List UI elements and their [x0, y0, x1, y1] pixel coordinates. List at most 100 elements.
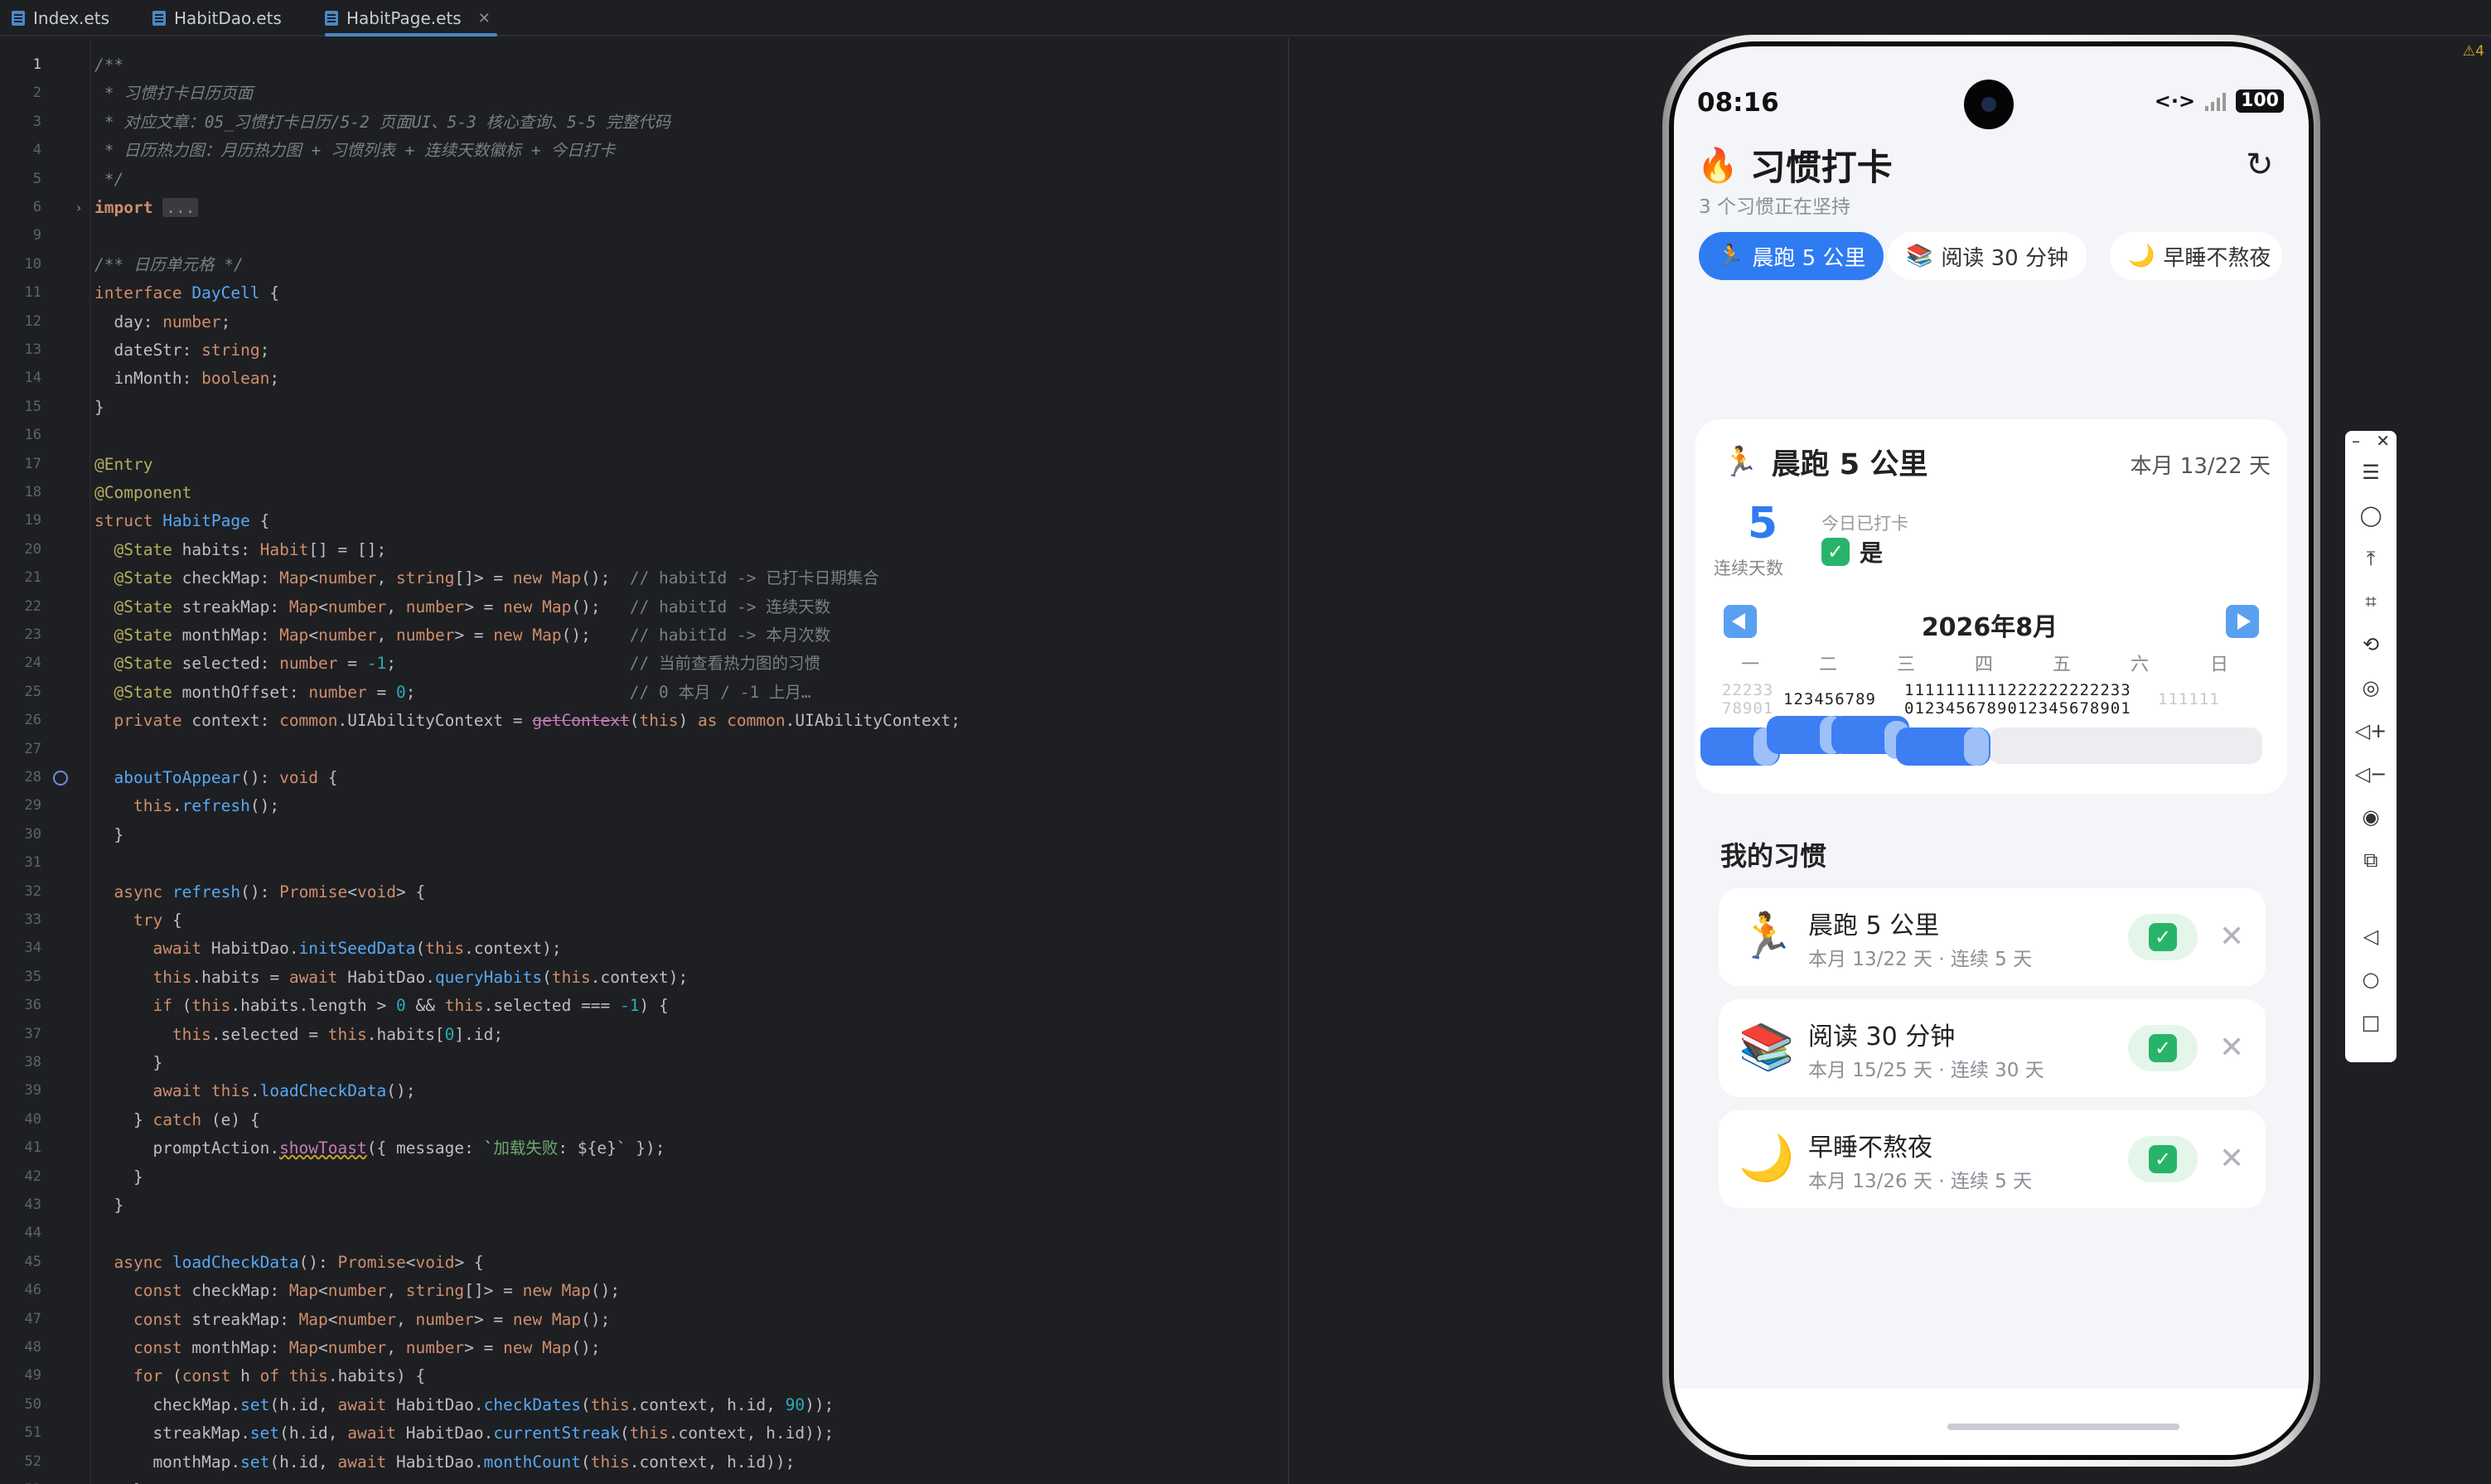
code-line[interactable]: interface DayCell { — [94, 279, 279, 307]
tab-index-ets[interactable]: Index.ets — [12, 0, 109, 36]
menu-icon[interactable]: ☰ — [2345, 461, 2397, 484]
check-in-button[interactable]: ✓ — [2128, 914, 2198, 960]
delete-icon[interactable]: ✕ — [2219, 1138, 2244, 1180]
code-line[interactable]: await HabitDao.initSeedData(this.context… — [94, 935, 561, 962]
code-line[interactable]: promptAction.showToast({ message: `加载失败:… — [94, 1134, 665, 1162]
line-number: 4 — [32, 142, 41, 159]
habit-tab-running[interactable]: 🏃 晨跑 5 公里 — [1699, 232, 1884, 280]
code-line[interactable]: * 对应文章：05_习惯打卡日历/5-2 页面UI、5-3 核心查询、5-5 完… — [94, 109, 670, 136]
code-line[interactable]: import ... — [94, 194, 199, 221]
tab-habitdao-ets[interactable]: HabitDao.ets — [152, 0, 282, 36]
rotate-icon[interactable]: ⟲ — [2345, 633, 2397, 656]
delete-icon[interactable]: ✕ — [2219, 916, 2244, 958]
recent-icon[interactable]: □ — [2345, 1011, 2397, 1034]
phone-screen[interactable]: 08:16 <·> 100 🔥 习惯打卡 3 个习惯正在坚持 ↻ 🏃 晨跑 5 … — [1674, 46, 2309, 1455]
weekday-label: 六 — [2130, 655, 2149, 675]
code-line[interactable]: } — [94, 1192, 123, 1219]
code-line[interactable]: } — [94, 394, 104, 421]
home-icon[interactable]: ○ — [2345, 968, 2397, 991]
code-line[interactable]: } catch (e) { — [94, 1106, 260, 1134]
code-line[interactable]: this.selected = this.habits[0].id; — [94, 1021, 503, 1048]
code-line[interactable]: } — [94, 1049, 162, 1076]
code-line[interactable]: const checkMap: Map<number, string[]> = … — [94, 1277, 620, 1304]
code-line[interactable]: this.refresh(); — [94, 792, 279, 819]
pin-top-icon[interactable]: ⤒ — [2345, 547, 2397, 570]
code-line[interactable]: @State checkMap: Map<number, string[]> =… — [94, 564, 878, 592]
code-line[interactable]: day: number; — [94, 308, 230, 336]
code-line[interactable]: struct HabitPage { — [94, 507, 269, 534]
crop-icon[interactable]: ⌗ — [2345, 590, 2397, 613]
code-line[interactable]: * 习惯打卡日历页面 — [94, 80, 254, 107]
screenshot-icon[interactable]: ◎ — [2345, 676, 2397, 699]
code-line[interactable]: aboutToAppear(): void { — [94, 764, 337, 791]
code-line[interactable]: private context: common.UIAbilityContext… — [94, 707, 960, 734]
line-number: 28 — [24, 769, 41, 786]
check-in-button[interactable]: ✓ — [2128, 1025, 2198, 1071]
close-icon[interactable]: ✕ — [478, 10, 491, 27]
code-line[interactable]: await this.loadCheckData(); — [94, 1077, 415, 1105]
line-number: 26 — [24, 712, 41, 729]
refresh-icon[interactable]: ↻ — [2246, 146, 2274, 184]
prev-month-button[interactable] — [1724, 605, 1757, 638]
code-line[interactable]: } — [94, 1163, 143, 1191]
fold-chevron-icon[interactable]: › — [76, 194, 81, 221]
editor-tab-bar: Index.ets HabitDao.ets HabitPage.ets ✕ — [0, 0, 2491, 36]
code-line[interactable]: @State habits: Habit[] = []; — [94, 536, 386, 563]
code-line[interactable]: @State selected: number = -1; // 当前查看热力图… — [94, 650, 820, 677]
warning-indicator[interactable]: ⚠4 — [2463, 43, 2484, 60]
delete-icon[interactable]: ✕ — [2219, 1027, 2244, 1069]
check-in-button[interactable]: ✓ — [2128, 1136, 2198, 1182]
lifecycle-marker-icon[interactable] — [53, 771, 68, 786]
code-line[interactable]: async refresh(): Promise<void> { — [94, 878, 425, 906]
habit-row-sleep[interactable]: 🌙 早睡不熬夜 本月 13/26 天 · 连续 5 天 ✓ ✕ — [1719, 1110, 2266, 1208]
code-line[interactable]: this.habits = await HabitDao.queryHabits… — [94, 964, 688, 991]
code-line[interactable]: inMonth: boolean; — [94, 365, 279, 392]
code-line[interactable]: @Component — [94, 479, 191, 506]
habit-row-running[interactable]: 🏃 晨跑 5 公里 本月 13/22 天 · 连续 5 天 ✓ ✕ — [1719, 888, 2266, 986]
code-line[interactable]: } — [94, 1477, 143, 1484]
multi-screen-icon[interactable]: ⧉ — [2345, 848, 2397, 872]
code-line[interactable]: * 日历热力图：月历热力图 + 习惯列表 + 连续天数徽标 + 今日打卡 — [94, 137, 616, 164]
warning-count: 4 — [2475, 43, 2484, 60]
today-status: ✓ 是 — [1821, 535, 1883, 568]
code-line[interactable]: @Entry — [94, 451, 152, 478]
volume-up-icon[interactable]: ◁+ — [2345, 719, 2397, 742]
code-line[interactable]: try { — [94, 906, 182, 934]
code-line[interactable]: const streakMap: Map<number, number> = n… — [94, 1306, 610, 1333]
code-line[interactable]: @State monthMap: Map<number, number> = n… — [94, 621, 830, 649]
tab-habitpage-ets[interactable]: HabitPage.ets ✕ — [325, 0, 497, 36]
code-line[interactable]: for (const h of this.habits) { — [94, 1362, 425, 1390]
volume-down-icon[interactable]: ◁− — [2345, 762, 2397, 786]
code-line[interactable]: dateStr: string; — [94, 336, 269, 364]
power-icon[interactable]: ◯ — [2345, 504, 2397, 527]
back-icon[interactable]: ◁ — [2345, 925, 2397, 948]
next-month-button[interactable] — [2226, 605, 2259, 638]
line-number: 50 — [24, 1395, 41, 1413]
calendar-days-double[interactable]: 1111111111222222222233 01234567890123456… — [1904, 681, 2131, 718]
code-line[interactable]: /** 日历单元格 */ — [94, 251, 244, 278]
code-editor[interactable]: 1 2 3 4 5 6 › 9 10 11 12 13 14 15 16 17 18 19 20 21 22 23 24 25… — [0, 38, 1289, 1484]
code-line[interactable]: monthMap.set(h.id, await HabitDao.monthC… — [94, 1448, 795, 1476]
code-line[interactable]: const monthMap: Map<number, number> = ne… — [94, 1334, 601, 1361]
line-number: 17 — [24, 455, 41, 472]
habit-tab-reading[interactable]: 📚 阅读 30 分钟 — [1888, 232, 2087, 280]
code-line[interactable]: checkMap.set(h.id, await HabitDao.checkD… — [94, 1391, 834, 1419]
habit-tab-sleep[interactable]: 🌙 早睡不熬夜 — [2110, 232, 2283, 280]
code-line[interactable]: @State monthOffset: number = 0; // 0 本月 … — [94, 679, 810, 706]
habit-row-reading[interactable]: 📚 阅读 30 分钟 本月 15/25 天 · 连续 30 天 ✓ ✕ — [1719, 999, 2266, 1097]
code-line[interactable]: streakMap.set(h.id, await HabitDao.curre… — [94, 1419, 834, 1447]
code-line[interactable]: async loadCheckData(): Promise<void> { — [94, 1249, 483, 1276]
code-line[interactable]: /** — [94, 51, 123, 79]
code-line[interactable]: @State streakMap: Map<number, number> = … — [94, 593, 830, 621]
home-indicator[interactable] — [1947, 1424, 2179, 1430]
calendar-tens-row: 1111111111222222222233 — [1904, 681, 2131, 699]
code-line[interactable]: */ — [94, 166, 124, 193]
calendar-prev-row: 22233 — [1722, 681, 1774, 699]
code-line[interactable]: } — [94, 821, 123, 848]
line-number: 44 — [24, 1225, 41, 1242]
line-number: 21 — [24, 569, 41, 587]
close-icon[interactable]: ✕ — [2345, 431, 2397, 451]
calendar-days-single[interactable]: 123456789 — [1783, 690, 1876, 708]
code-line[interactable]: if (this.habits.length > 0 && this.selec… — [94, 992, 668, 1019]
shake-icon[interactable]: ◉ — [2345, 805, 2397, 829]
